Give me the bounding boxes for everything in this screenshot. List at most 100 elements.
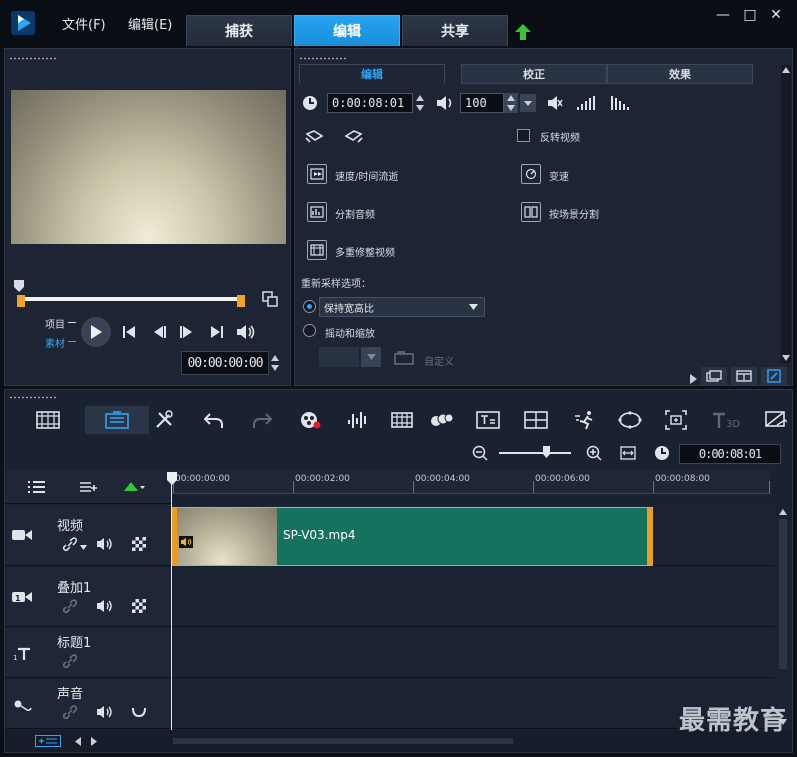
mask-creator-icon[interactable] [615,406,645,434]
pan-zoom-radio[interactable] [303,324,316,337]
pan-zoom-editor-icon[interactable] [661,406,691,434]
link-dropdown-icon[interactable] [79,543,87,551]
previous-frame-icon[interactable] [151,324,169,340]
go-to-end-icon[interactable] [208,324,226,340]
undo-icon[interactable] [199,406,229,434]
edit-pen-icon[interactable] [761,367,787,385]
subtab-edit[interactable]: 编辑 [299,64,445,84]
preview-timecode[interactable]: 00:00:00:00 [181,351,269,375]
pan-zoom-dropdown[interactable] [361,347,381,367]
keep-aspect-radio[interactable] [303,300,316,313]
fade-in-icon[interactable] [575,94,597,112]
tab-share[interactable]: 共享 [402,15,508,46]
playhead-line[interactable] [171,474,172,730]
clip-trim-right[interactable] [647,508,652,565]
track-row-overlay[interactable] [171,567,775,627]
track-header-title[interactable]: 1 标题1 [5,628,171,678]
timeline-duration[interactable]: 0:00:08:01 [679,444,781,464]
volume-field[interactable]: 100 [460,93,504,113]
storyboard-view-icon[interactable] [33,406,63,434]
project-mode-label[interactable]: 项目 [45,316,65,331]
mute-icon[interactable] [546,94,564,112]
link-icon[interactable] [61,599,79,613]
link-icon[interactable] [61,537,79,551]
minimize-button[interactable]: — [714,6,732,24]
track-volume-icon[interactable] [95,598,115,614]
custom-label[interactable]: 自定义 [424,353,454,368]
subtitle-editor-icon[interactable] [473,406,503,434]
track-transparency-icon[interactable] [131,599,147,613]
expand-arrow-icon[interactable] [688,373,698,385]
timeline-view-icon[interactable] [85,406,149,434]
duration-field[interactable]: 0:00:08:01 [327,93,413,113]
play-button[interactable] [81,317,111,347]
multi-trim-label[interactable]: 多重修整视频 [335,244,395,259]
split-audio-icon[interactable] [307,202,327,222]
timeline-ruler[interactable]: 00:00:00:00 00:00:02:00 00:00:04:00 00:0… [171,470,771,494]
split-audio-label[interactable]: 分割音频 [335,206,375,221]
video-clip[interactable]: SP-V03.mp4 [172,507,653,566]
track-transparency-icon[interactable] [131,537,147,551]
zoom-slider-thumb[interactable] [543,446,550,458]
close-button[interactable]: ✕ [767,6,785,24]
variable-speed-label[interactable]: 变速 [549,168,569,183]
playhead-handle-icon[interactable] [167,472,177,486]
tab-edit[interactable]: 编辑 [294,15,400,46]
timeline-vscroll[interactable] [778,505,788,729]
track-volume-icon[interactable] [95,704,115,720]
resample-select[interactable]: 保持宽高比 [319,297,485,317]
zoom-out-icon[interactable] [471,444,489,462]
subtab-effect[interactable]: 效果 [607,64,753,84]
fit-project-icon[interactable] [619,444,637,462]
auto-music-icon[interactable] [387,406,417,434]
sound-mixer-icon[interactable] [343,406,373,434]
pan-zoom-preset[interactable] [319,347,359,367]
split-by-scene-icon[interactable] [521,202,541,222]
track-header-overlay[interactable]: 1 叠加1 [5,567,171,627]
rotate-left-icon[interactable] [303,127,327,145]
track-header-video[interactable]: 视频 [5,505,171,566]
multi-trim-icon[interactable] [307,240,327,260]
volume-spinner-icon[interactable] [504,93,518,113]
record-capture-icon[interactable] [295,406,325,434]
track-row-title[interactable] [171,628,775,678]
scroll-right-icon[interactable] [89,736,99,746]
menu-file[interactable]: 文件(F) [62,14,106,33]
panel-grip[interactable] [299,57,347,60]
scroll-thumb[interactable] [779,519,787,669]
next-frame-icon[interactable] [177,324,195,340]
zoom-slider-track[interactable] [499,452,571,454]
upload-arrow-icon[interactable] [513,22,533,42]
subtab-correct[interactable]: 校正 [461,64,607,84]
ducking-icon[interactable] [131,705,147,719]
split-screen-icon[interactable] [761,406,791,434]
menu-edit[interactable]: 编辑(E) [128,14,172,33]
custom-icon[interactable] [393,349,415,367]
options-scrollbar[interactable] [781,65,791,363]
add-marker-icon[interactable] [123,479,145,495]
preview-screen[interactable] [11,90,286,244]
track-volume-icon[interactable] [95,536,115,552]
scroll-left-icon[interactable] [73,736,83,746]
library-view-icon[interactable] [701,367,727,385]
panel-grip[interactable] [9,57,57,60]
timecode-spinner-icon[interactable] [270,352,280,374]
reverse-video-checkbox[interactable] [517,129,530,142]
timeline-hscroll[interactable] [173,738,513,744]
enlarge-icon[interactable] [261,291,279,307]
link-icon[interactable] [61,705,79,719]
tools-icon[interactable] [149,406,179,434]
speed-time-lapse-icon[interactable] [307,164,327,184]
volume-icon[interactable] [235,323,257,341]
tab-capture[interactable]: 捕获 [186,15,292,46]
motion-tracking-icon[interactable] [427,406,457,434]
trim-bar[interactable] [17,295,245,307]
track-manager-icon[interactable] [27,479,47,495]
speed-time-lapse-label[interactable]: 速度/时间流逝 [335,168,398,183]
split-by-scene-label[interactable]: 按场景分割 [549,206,599,221]
track-header-voice[interactable]: 声音 [5,679,171,729]
multi-camera-icon[interactable] [521,406,551,434]
variable-speed-icon[interactable] [521,164,541,184]
link-icon[interactable] [61,654,79,668]
fade-out-icon[interactable] [609,94,631,112]
